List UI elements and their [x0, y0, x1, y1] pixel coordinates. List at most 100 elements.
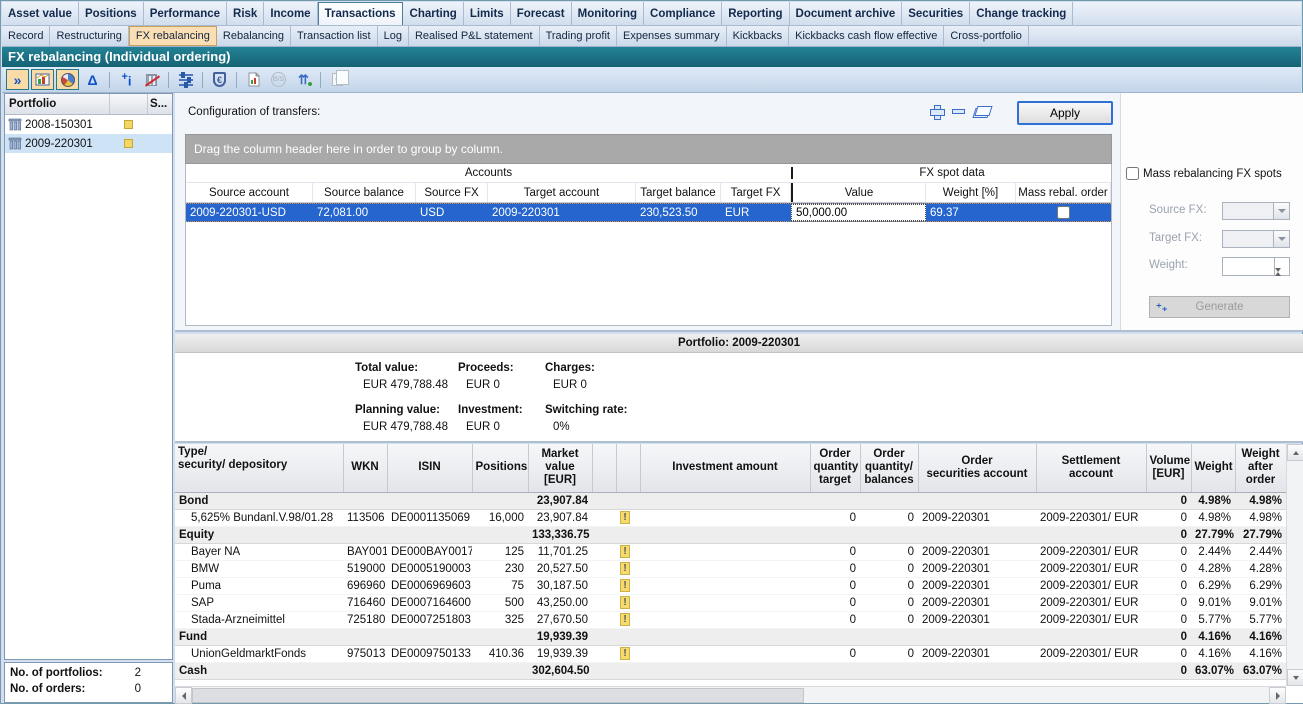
- warning-icon[interactable]: !: [620, 613, 630, 626]
- remove-transfer-icon[interactable]: [952, 109, 965, 114]
- euro-shield-button[interactable]: €: [208, 69, 231, 90]
- pie-chart-button[interactable]: [56, 69, 79, 90]
- scroll-right-icon[interactable]: [1269, 687, 1286, 704]
- col-isin[interactable]: ISIN: [387, 444, 472, 492]
- tab-compliance[interactable]: Compliance: [644, 2, 722, 25]
- portfolio-row[interactable]: 2009-220301: [5, 134, 172, 153]
- col-weight[interactable]: Weight [%]: [926, 183, 1016, 202]
- weight-stepper[interactable]: [1222, 257, 1290, 276]
- col-target-fx[interactable]: Target FX: [721, 183, 791, 202]
- subtab-realised-pl[interactable]: Realised P&L statement: [409, 26, 540, 46]
- group-row-bond[interactable]: Bond 23,907.84 0 4.98% 4.98%: [175, 492, 1286, 509]
- scroll-left-icon[interactable]: [175, 687, 192, 704]
- value-edit-cell[interactable]: 50,000.00: [791, 204, 926, 221]
- col-order-qty-target[interactable]: Order quantity target: [810, 444, 860, 492]
- col-target-balance[interactable]: Target balance: [636, 183, 721, 202]
- col-source-account[interactable]: Source account: [186, 183, 313, 202]
- stepper-down-icon[interactable]: [1275, 272, 1289, 286]
- security-row[interactable]: Bayer NA BAY001 DE000BAY0017 125 11,701.…: [175, 543, 1286, 560]
- print-transfers-icon[interactable]: [974, 106, 991, 118]
- subtab-trading-profit[interactable]: Trading profit: [540, 26, 617, 46]
- subtab-transaction-list[interactable]: Transaction list: [291, 26, 378, 46]
- tab-income[interactable]: Income: [264, 2, 317, 25]
- group-row-equity[interactable]: Equity 133,336.75 0 27.79% 27.79%: [175, 526, 1286, 543]
- mass-rebal-checkbox[interactable]: [1057, 206, 1070, 219]
- tab-reporting[interactable]: Reporting: [722, 2, 789, 25]
- col-source-fx[interactable]: Source FX: [416, 183, 488, 202]
- tab-monitoring[interactable]: Monitoring: [572, 2, 644, 25]
- col-type-security[interactable]: Type/ security/ depository: [175, 444, 343, 492]
- tab-change-tracking[interactable]: Change tracking: [970, 2, 1073, 25]
- source-fx-dropdown[interactable]: [1222, 202, 1290, 220]
- subtab-fx-rebalancing[interactable]: FX rebalancing: [129, 26, 217, 46]
- tab-asset-value[interactable]: Asset value: [2, 2, 79, 25]
- col-blank1[interactable]: [592, 444, 616, 492]
- delete-button[interactable]: [140, 69, 163, 90]
- col-blank2[interactable]: [616, 444, 640, 492]
- subtab-expenses-summary[interactable]: Expenses summary: [617, 26, 727, 46]
- subtab-log[interactable]: Log: [378, 26, 409, 46]
- scroll-down-icon[interactable]: [1287, 669, 1303, 686]
- horizontal-scroll-thumb[interactable]: [192, 688, 804, 703]
- fx-order-button[interactable]: ⇈: [292, 69, 315, 90]
- warning-icon[interactable]: !: [620, 647, 630, 660]
- tab-positions[interactable]: Positions: [79, 2, 144, 25]
- settings-button[interactable]: [174, 69, 197, 90]
- scroll-up-icon[interactable]: [1287, 444, 1303, 461]
- tab-limits[interactable]: Limits: [464, 2, 511, 25]
- subtab-record[interactable]: Record: [2, 26, 50, 46]
- vertical-scrollbar[interactable]: [1286, 444, 1303, 686]
- tab-securities[interactable]: Securities: [902, 2, 970, 25]
- target-fx-dropdown[interactable]: [1222, 230, 1290, 248]
- col-order-qty-balances[interactable]: Order quantity/ balances: [860, 444, 918, 492]
- warning-icon[interactable]: !: [620, 545, 630, 558]
- group-row-fund[interactable]: Fund 19,939.39 0 4.16% 4.16%: [175, 628, 1286, 645]
- add-info-button[interactable]: +i: [115, 69, 138, 90]
- table-chart-button[interactable]: [31, 69, 54, 90]
- col-weight-after-order[interactable]: Weight after order: [1235, 444, 1286, 492]
- status-column-header[interactable]: [109, 94, 147, 114]
- security-row[interactable]: BMW 519000 DE0005190003 230 20,527.50 ! …: [175, 560, 1286, 577]
- add-transfer-icon[interactable]: [930, 105, 943, 118]
- portfolio-column-header[interactable]: Portfolio: [5, 98, 109, 110]
- tab-transactions[interactable]: Transactions: [318, 2, 403, 25]
- col-volume[interactable]: Volume [EUR]: [1146, 444, 1191, 492]
- security-row[interactable]: SAP 716460 DE0007164600 500 43,250.00 ! …: [175, 594, 1286, 611]
- dropdown-arrow-icon[interactable]: [1273, 231, 1289, 247]
- col-investment-amount[interactable]: Investment amount: [640, 444, 810, 492]
- security-row[interactable]: 5,625% Bundanl.V.98/01.28 113506 DE00011…: [175, 509, 1286, 526]
- col-target-account[interactable]: Target account: [488, 183, 636, 202]
- col-value[interactable]: Value: [791, 183, 926, 202]
- warning-icon[interactable]: !: [620, 562, 630, 575]
- col-source-balance[interactable]: Source balance: [313, 183, 416, 202]
- col-wkn[interactable]: WKN: [343, 444, 387, 492]
- mass-rebalancing-checkbox[interactable]: [1126, 167, 1139, 180]
- subtab-rebalancing[interactable]: Rebalancing: [217, 26, 291, 46]
- subtab-kickbacks-cashflow[interactable]: Kickbacks cash flow effective: [789, 26, 944, 46]
- subtab-restructuring[interactable]: Restructuring: [50, 26, 128, 46]
- copy-euro-button[interactable]: €: [326, 69, 349, 90]
- col-weight[interactable]: Weight: [1191, 444, 1235, 492]
- col-order-securities-account[interactable]: Order securities account: [918, 444, 1036, 492]
- portfolio-row[interactable]: 2008-150301: [5, 115, 172, 134]
- col-positions[interactable]: Positions: [472, 444, 528, 492]
- dropdown-arrow-icon[interactable]: [1273, 203, 1289, 219]
- warning-icon[interactable]: !: [620, 596, 630, 609]
- subtab-kickbacks[interactable]: Kickbacks: [727, 26, 790, 46]
- col-settlement-account[interactable]: Settlement account: [1036, 444, 1146, 492]
- balance-sheet-button[interactable]: B/S: [267, 69, 290, 90]
- subtab-cross-portfolio[interactable]: Cross-portfolio: [944, 26, 1029, 46]
- tab-document-archive[interactable]: Document archive: [790, 2, 903, 25]
- delta-button[interactable]: Δ: [81, 69, 104, 90]
- apply-button[interactable]: Apply: [1017, 101, 1113, 125]
- double-chevron-button[interactable]: »: [6, 69, 29, 90]
- warning-icon[interactable]: !: [620, 579, 630, 592]
- horizontal-scrollbar[interactable]: [175, 686, 1286, 703]
- s-column-header[interactable]: S...: [147, 94, 172, 114]
- security-row[interactable]: Stada-Arzneimittel 725180 DE0007251803 3…: [175, 611, 1286, 628]
- col-mass-rebal[interactable]: Mass rebal. order: [1016, 183, 1111, 202]
- col-market-value[interactable]: Market value [EUR]: [528, 444, 592, 492]
- security-row[interactable]: Puma 696960 DE0006969603 75 30,187.50 ! …: [175, 577, 1286, 594]
- group-by-bar[interactable]: Drag the column header here in order to …: [185, 134, 1112, 164]
- generate-button[interactable]: ⁺₊ Generate: [1149, 296, 1290, 318]
